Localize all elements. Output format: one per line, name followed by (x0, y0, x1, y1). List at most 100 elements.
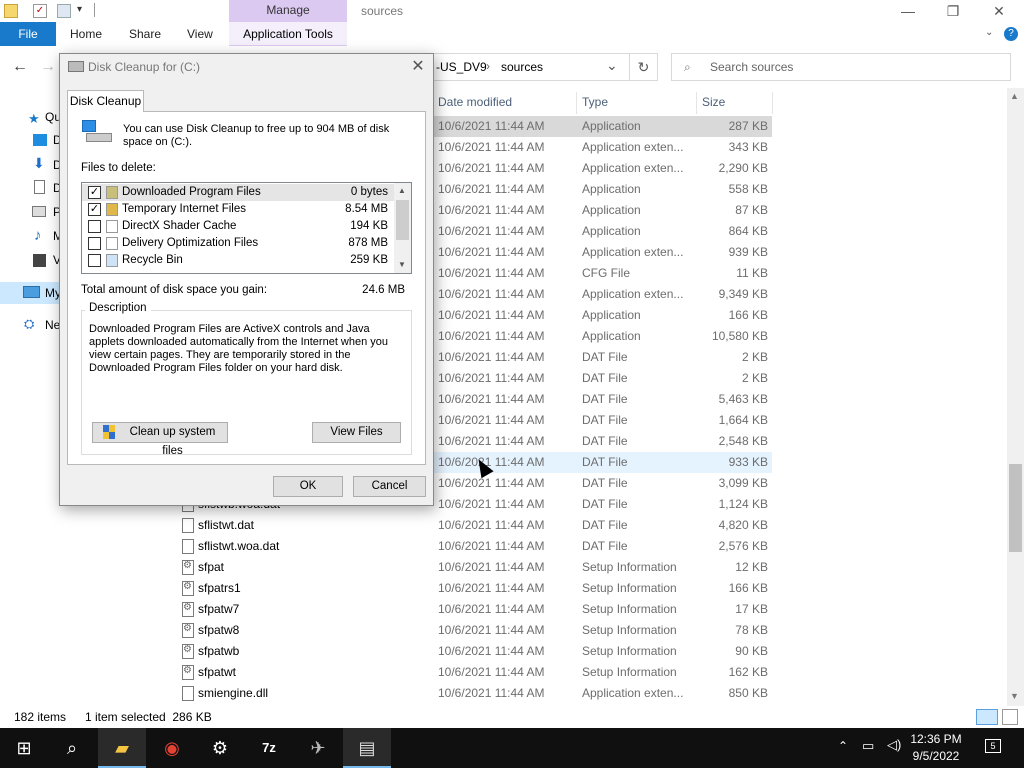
disk-cleanup-icon[interactable]: ▤ (343, 728, 391, 768)
close-button[interactable]: ✕ (976, 2, 1022, 22)
file-name[interactable]: smiengine.dll (198, 683, 268, 704)
help-icon[interactable]: ? (1004, 27, 1018, 41)
large-icons-view-icon[interactable] (1002, 709, 1018, 725)
list-scroll-down-icon[interactable]: ▼ (398, 260, 406, 269)
tab-view[interactable]: View (187, 22, 213, 46)
file-name[interactable]: sfpatrs1 (198, 578, 241, 599)
path-separator-icon: › (486, 59, 490, 73)
refresh-button[interactable]: ↻ (630, 53, 658, 81)
file-date: 10/6/2021 11:44 AM (438, 350, 545, 364)
maximize-button[interactable]: ❐ (930, 2, 976, 22)
new-folder-icon[interactable] (57, 4, 71, 18)
column-separator[interactable] (576, 92, 577, 114)
intro-text: You can use Disk Cleanup to free up to 9… (123, 123, 390, 148)
scroll-down-icon[interactable]: ▼ (1010, 691, 1019, 701)
table-row[interactable]: sflistwt.dat 10/6/2021 11:44 AM DAT File 4,… (170, 515, 772, 536)
ok-button[interactable]: OK (273, 476, 343, 497)
back-arrow-icon[interactable]: ← (12, 58, 28, 76)
cleanup-list-item[interactable]: ✓ Temporary Internet Files 8.54 MB (82, 201, 396, 218)
column-header-type[interactable]: Type (582, 92, 608, 112)
checkbox[interactable] (88, 237, 101, 250)
tab-home[interactable]: Home (70, 22, 102, 46)
file-name[interactable]: sfpatwt (198, 662, 236, 683)
cleanup-list-item[interactable]: DirectX Shader Cache 194 KB (82, 218, 396, 235)
cancel-button[interactable]: Cancel (353, 476, 426, 497)
checkbox[interactable] (88, 220, 101, 233)
table-row[interactable]: sfpatwb 10/6/2021 11:44 AM Setup Informati… (170, 641, 772, 662)
network-tray-icon[interactable]: ▭ (862, 738, 874, 754)
table-row[interactable]: sfpatw7 10/6/2021 11:44 AM Setup Informati… (170, 599, 772, 620)
address-bar[interactable]: -US_DV9 › sources ⌄ (434, 53, 630, 81)
file-name[interactable]: sflistwt.dat (198, 515, 254, 536)
table-row[interactable]: sfpatwt 10/6/2021 11:44 AM Setup Informati… (170, 662, 772, 683)
view-files-button[interactable]: View Files (312, 422, 401, 443)
search-icon[interactable]: ⌕ (48, 728, 96, 768)
file-explorer-icon[interactable]: ▰ (98, 728, 146, 768)
vertical-scrollbar[interactable] (1007, 88, 1024, 706)
file-size: 87 KB (735, 203, 768, 217)
scroll-up-icon[interactable]: ▲ (1010, 91, 1019, 101)
search-input[interactable]: ⌕ Search sources (671, 53, 1011, 81)
tray-chevron-icon[interactable]: ⌃ (838, 739, 848, 753)
file-date: 10/6/2021 11:44 AM (438, 119, 545, 133)
properties-icon[interactable]: ✓ (33, 4, 47, 18)
file-name[interactable]: sfpatw8 (198, 620, 239, 641)
file-size: 1,124 KB (718, 497, 768, 511)
column-header-size[interactable]: Size (702, 92, 725, 112)
app-icon[interactable]: ✈ (294, 728, 342, 768)
file-type: Setup Information (582, 602, 677, 616)
file-icon (182, 602, 194, 617)
search-placeholder: Search sources (710, 60, 794, 74)
checkbox[interactable]: ✓ (88, 203, 101, 216)
scrollbar-thumb[interactable] (1009, 464, 1022, 552)
file-type: DAT File (582, 371, 628, 385)
address-path-partial[interactable]: -US_DV9 (436, 60, 487, 74)
table-row[interactable]: sfpatw8 10/6/2021 11:44 AM Setup Informati… (170, 620, 772, 641)
checkbox[interactable]: ✓ (88, 186, 101, 199)
clean-up-system-files-button[interactable]: Clean up system files (92, 422, 228, 457)
clock-date: 9/5/2022 (912, 749, 960, 763)
manage-tab[interactable]: Manage (229, 0, 347, 22)
list-scroll-up-icon[interactable]: ▲ (398, 186, 406, 195)
file-icon (182, 686, 194, 701)
file-name[interactable]: sfpat (198, 557, 224, 578)
qat-dropdown-icon[interactable]: ▾ (77, 4, 82, 15)
notification-icon[interactable]: 5 (985, 739, 1001, 753)
column-separator[interactable] (772, 92, 773, 114)
file-type: Setup Information (582, 581, 677, 595)
cleanup-list-item[interactable]: Recycle Bin 259 KB (82, 252, 396, 269)
address-dropdown-icon[interactable]: ⌄ (606, 57, 618, 74)
list-scrollbar-thumb[interactable] (396, 200, 409, 240)
files-to-delete-list[interactable]: ✓ Downloaded Program Files 0 bytes ✓ Tempora… (81, 182, 412, 274)
address-current-folder[interactable]: sources (501, 60, 543, 74)
forward-arrow-icon[interactable]: → (40, 58, 56, 76)
tab-share[interactable]: Share (129, 22, 161, 46)
minimize-button[interactable]: — (885, 2, 931, 22)
file-name[interactable]: sfpatw7 (198, 599, 239, 620)
start-icon[interactable]: ⊞ (0, 728, 48, 768)
chrome-icon[interactable]: ◉ (148, 728, 196, 768)
file-name[interactable]: sfpatwb (198, 641, 239, 662)
cleanup-list-item[interactable]: ✓ Downloaded Program Files 0 bytes (82, 184, 396, 201)
table-row[interactable]: sfpatrs1 10/6/2021 11:44 AM Setup Informat… (170, 578, 772, 599)
dialog-close-button[interactable]: ✕ (408, 57, 428, 77)
cleanup-list-item[interactable]: Delivery Optimization Files 878 MB (82, 235, 396, 252)
file-name[interactable]: sflistwt.woa.dat (198, 536, 279, 557)
tab-file[interactable]: File (0, 22, 56, 46)
tab-application-tools[interactable]: Application Tools (229, 22, 347, 46)
file-type: Setup Information (582, 644, 677, 658)
table-row[interactable]: sfpat 10/6/2021 11:44 AM Setup Information… (170, 557, 772, 578)
cleanup-item-name: DirectX Shader Cache (122, 220, 237, 232)
tab-disk-cleanup[interactable]: Disk Cleanup (67, 90, 144, 112)
column-separator[interactable] (696, 92, 697, 114)
checkbox[interactable] (88, 254, 101, 267)
clock[interactable]: 12:36 PM 9/5/2022 (896, 731, 976, 765)
file-type: Setup Information (582, 623, 677, 637)
column-header-date[interactable]: Date modified (438, 92, 512, 112)
table-row[interactable]: smiengine.dll 10/6/2021 11:44 AM Applicati… (170, 683, 772, 704)
details-view-icon[interactable] (976, 709, 998, 725)
table-row[interactable]: sflistwt.woa.dat 10/6/2021 11:44 AM DAT Fi… (170, 536, 772, 557)
7zip-icon[interactable]: 7z (245, 728, 293, 768)
settings-icon[interactable]: ⚙ (196, 728, 244, 768)
ribbon-expand-icon[interactable]: ⌄ (985, 27, 993, 38)
